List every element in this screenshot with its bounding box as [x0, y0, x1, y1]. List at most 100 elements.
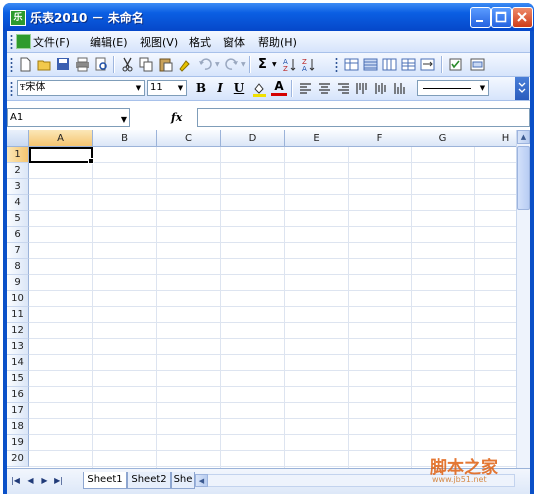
- row-header-10[interactable]: 10: [7, 291, 29, 307]
- row-header-12[interactable]: 12: [7, 323, 29, 339]
- undo-dropdown-icon[interactable]: ▼: [215, 61, 220, 68]
- menubar-grip[interactable]: [10, 34, 13, 49]
- font-color-button[interactable]: A: [271, 80, 287, 96]
- fill-color-button[interactable]: [251, 80, 268, 97]
- save-button[interactable]: [55, 56, 72, 73]
- column-button[interactable]: [381, 56, 398, 73]
- menu-view[interactable]: 视图(V): [140, 34, 178, 50]
- chevron-down-icon[interactable]: ▼: [477, 81, 488, 95]
- toolbar-overflow-button[interactable]: [515, 77, 529, 100]
- print-button[interactable]: [74, 56, 91, 73]
- close-button[interactable]: [512, 7, 533, 28]
- menu-help[interactable]: 帮助(H): [258, 34, 297, 50]
- paste-button[interactable]: [157, 56, 174, 73]
- redo-button[interactable]: [223, 56, 240, 73]
- row-header-2[interactable]: 2: [7, 163, 29, 179]
- row-header-6[interactable]: 6: [7, 227, 29, 243]
- align-right-button[interactable]: [335, 80, 352, 97]
- sort-ascending-button[interactable]: AZ: [281, 56, 298, 73]
- column-header-e[interactable]: E: [285, 130, 349, 147]
- row-header-4[interactable]: 4: [7, 195, 29, 211]
- open-button[interactable]: [36, 56, 53, 73]
- menu-file[interactable]: 文件(F): [33, 34, 70, 50]
- sum-button[interactable]: Σ: [254, 56, 271, 73]
- minimize-button[interactable]: [470, 7, 491, 28]
- column-header-h[interactable]: H: [474, 130, 516, 147]
- undo-button[interactable]: [197, 56, 214, 73]
- chevron-down-icon[interactable]: ▼: [175, 81, 186, 95]
- scroll-up-button[interactable]: ▲: [517, 130, 530, 144]
- row-header-8[interactable]: 8: [7, 259, 29, 275]
- function-button[interactable]: fx: [171, 111, 182, 124]
- vertical-scroll-thumb[interactable]: [517, 146, 530, 210]
- column-header-a[interactable]: A: [29, 130, 93, 147]
- row-header-16[interactable]: 16: [7, 387, 29, 403]
- toolbar-grip[interactable]: [10, 81, 13, 96]
- fill-handle[interactable]: [88, 158, 94, 164]
- font-name-combo[interactable]: Ŧ宋体 ▼: [17, 80, 145, 96]
- print-preview-button[interactable]: [93, 56, 110, 73]
- row-button[interactable]: [400, 56, 417, 73]
- row-header-7[interactable]: 7: [7, 243, 29, 259]
- prev-sheet-button[interactable]: ◀: [25, 475, 36, 486]
- redo-dropdown-icon[interactable]: ▼: [241, 61, 246, 68]
- align-center-button[interactable]: [316, 80, 333, 97]
- next-sheet-button[interactable]: ▶: [39, 475, 50, 486]
- align-top-button[interactable]: [354, 80, 371, 97]
- row-header-19[interactable]: 19: [7, 435, 29, 451]
- row-header-9[interactable]: 9: [7, 275, 29, 291]
- document-icon[interactable]: [16, 34, 31, 49]
- cut-button[interactable]: [119, 56, 136, 73]
- border-style-combo[interactable]: ▼: [417, 80, 489, 96]
- formula-input[interactable]: [197, 108, 530, 127]
- bold-button[interactable]: B: [193, 80, 209, 97]
- name-box[interactable]: A1 ▼: [7, 108, 130, 127]
- row-header-17[interactable]: 17: [7, 403, 29, 419]
- copy-button[interactable]: [138, 56, 155, 73]
- border-button[interactable]: [362, 56, 379, 73]
- checkbox-button[interactable]: [447, 56, 464, 73]
- row-header-20[interactable]: 20: [7, 451, 29, 467]
- sort-descending-button[interactable]: ZA: [300, 56, 317, 73]
- toolbar-grip[interactable]: [10, 57, 13, 72]
- row-header-14[interactable]: 14: [7, 355, 29, 371]
- row-header-13[interactable]: 13: [7, 339, 29, 355]
- column-header-c[interactable]: C: [157, 130, 221, 147]
- chevron-down-icon[interactable]: ▼: [133, 81, 144, 95]
- italic-button[interactable]: I: [212, 80, 228, 97]
- align-middle-button[interactable]: [373, 80, 390, 97]
- last-sheet-button[interactable]: ▶|: [53, 475, 64, 486]
- spreadsheet-grid[interactable]: ABCDEFGH 1 2 3 4 5 6 7 8 9 10 11 12 13 14 15 16 17 18 19 20: [7, 130, 516, 468]
- scroll-left-button[interactable]: ◀: [195, 474, 208, 487]
- row-header-5[interactable]: 5: [7, 211, 29, 227]
- align-bottom-button[interactable]: [392, 80, 409, 97]
- freeze-button[interactable]: [343, 56, 360, 73]
- menu-form[interactable]: 窗体: [223, 34, 245, 50]
- title-bar[interactable]: 乐 乐表2010 － 未命名: [3, 3, 534, 31]
- column-header-d[interactable]: D: [221, 130, 285, 147]
- vertical-scrollbar[interactable]: ▲: [516, 130, 530, 468]
- select-all-corner[interactable]: [7, 130, 29, 147]
- maximize-button[interactable]: [491, 7, 512, 28]
- column-header-g[interactable]: G: [411, 130, 475, 147]
- row-header-11[interactable]: 11: [7, 307, 29, 323]
- sum-dropdown-icon[interactable]: ▼: [272, 61, 277, 68]
- format-painter-button[interactable]: [176, 56, 193, 73]
- row-header-1[interactable]: 1: [7, 147, 29, 163]
- active-cell-a1[interactable]: [29, 147, 94, 164]
- toolbar-grip[interactable]: [335, 57, 338, 72]
- chevron-down-icon[interactable]: ▼: [121, 111, 127, 128]
- font-size-combo[interactable]: 11 ▼: [147, 80, 187, 96]
- column-header-b[interactable]: B: [93, 130, 157, 147]
- underline-button[interactable]: U: [231, 80, 247, 97]
- menu-format[interactable]: 格式: [189, 34, 211, 50]
- column-header-f[interactable]: F: [348, 130, 412, 147]
- merge-button[interactable]: [419, 56, 436, 73]
- tab-sheet2[interactable]: Sheet2: [127, 472, 171, 489]
- align-left-button[interactable]: [297, 80, 314, 97]
- menu-edit[interactable]: 编辑(E): [90, 34, 128, 50]
- row-header-15[interactable]: 15: [7, 371, 29, 387]
- tab-sheet1[interactable]: Sheet1: [83, 472, 127, 489]
- first-sheet-button[interactable]: |◀: [10, 475, 21, 486]
- row-header-3[interactable]: 3: [7, 179, 29, 195]
